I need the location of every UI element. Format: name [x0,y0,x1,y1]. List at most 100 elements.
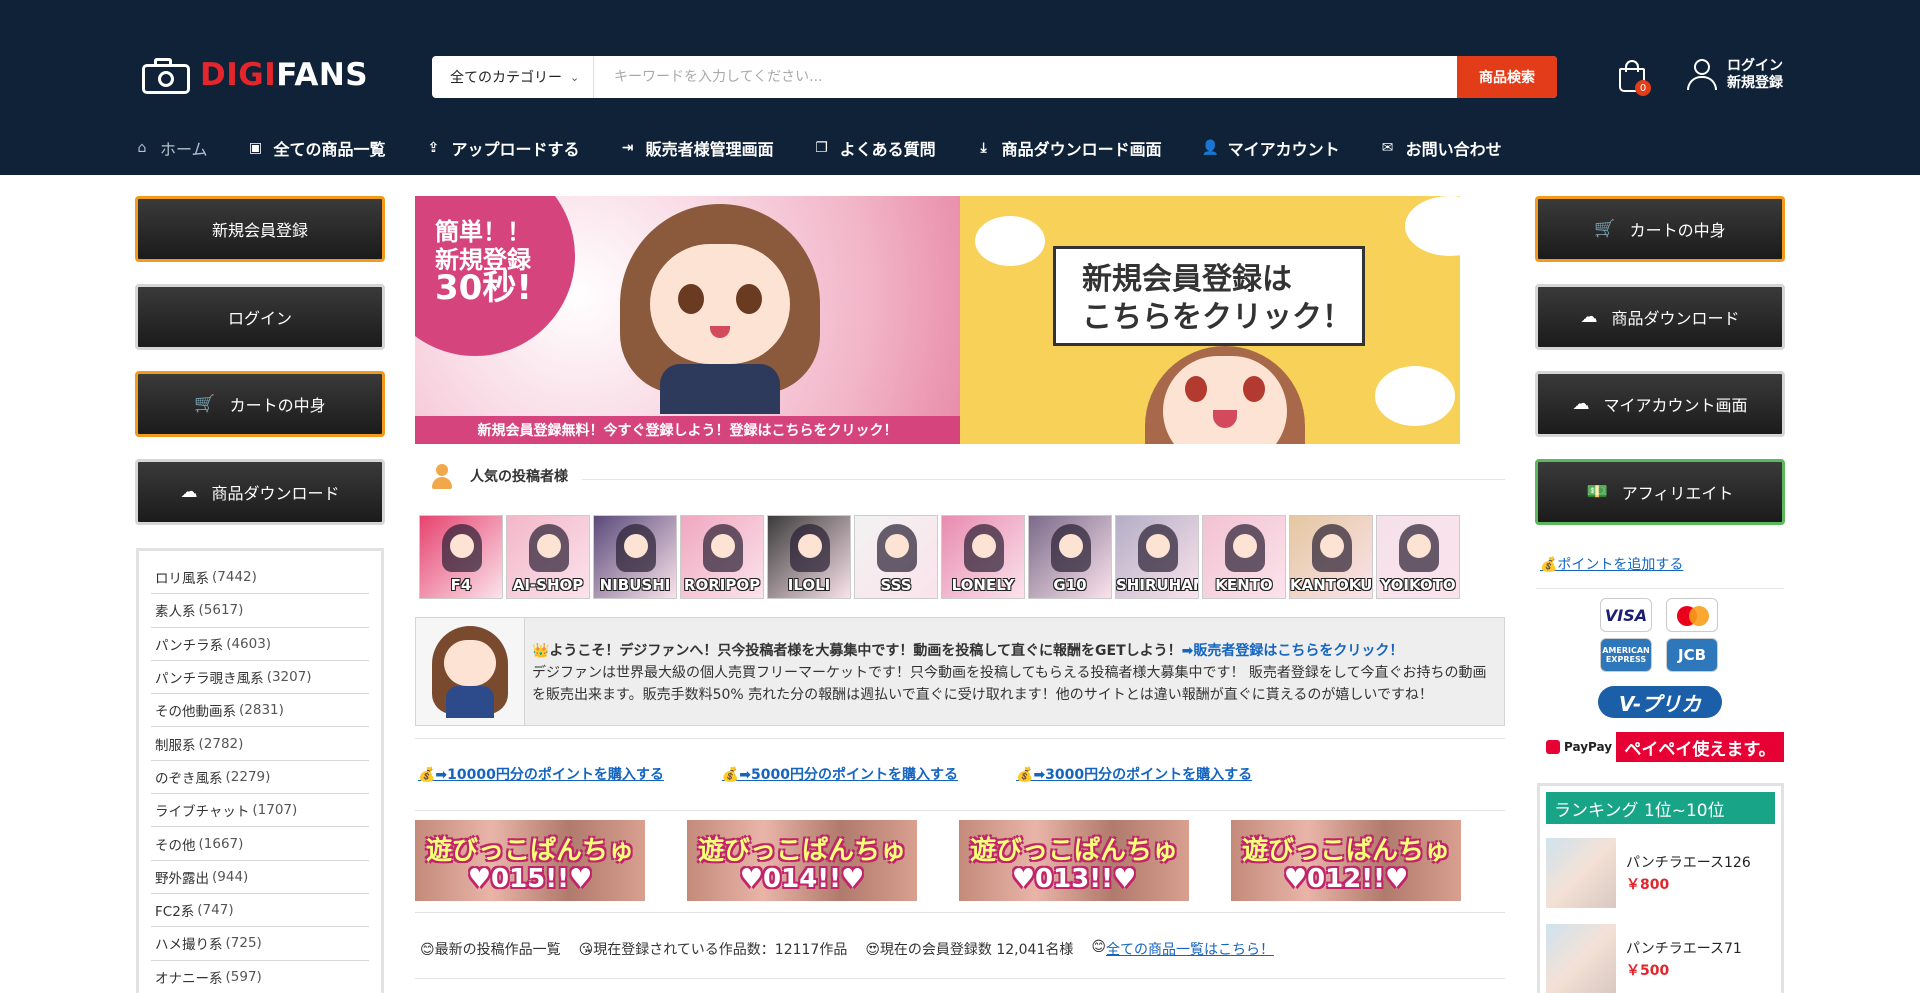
video-thumbnail[interactable]: 遊びっこぱんちゅ ♥015!!♥ [415,820,645,901]
poster-thumbnail[interactable]: YOIKOTO [1376,515,1460,599]
welcome-body: デジファンは世界最大級の個人売買フリーマーケットです！只今動画を投稿してもらえる… [532,665,1487,703]
poster-thumbnail[interactable]: KENTO [1202,515,1286,599]
category-item[interactable]: パンチラ系 (4603) [151,628,369,661]
poster-thumbnail[interactable]: LONELY [941,515,1025,599]
latest-works-label: 😊最新の投稿作品一覧 [420,942,561,958]
poster-thumbnail[interactable]: RORIPOP [680,515,764,599]
nav-faq[interactable]: ❐ よくある質問 [814,136,935,160]
product-name[interactable]: パンチラエース71 [1626,938,1742,958]
login-button[interactable]: ログイン [135,284,385,350]
point-purchase-links: 💰➡10000円分のポイントを購入する 💰➡5000円分のポイントを購入する 💰… [418,764,1310,784]
video-title: 遊びっこぱんちゅ [1241,836,1450,866]
nav-label: 商品ダウンロード画面 [1001,140,1162,159]
user-icon[interactable] [1686,59,1718,91]
poster-thumbnail[interactable]: AI-SHOP [506,515,590,599]
cart-button[interactable]: 🛒 カートの中身 [135,371,385,437]
poster-face [1146,534,1170,558]
logo-text-red: DIGI [200,57,277,93]
nav-my-account[interactable]: 👤 マイアカウント [1202,136,1340,160]
seller-register-link[interactable]: ➡販売者登録はこちらをクリック！ [1182,643,1404,659]
poster-name: F4 [450,576,472,594]
category-count: (4603) [226,635,272,652]
product-thumbnail[interactable] [1546,838,1616,908]
button-label: カートの中身 [229,396,326,415]
cart-icon: 🛒 [194,394,216,414]
button-label: マイアカウント画面 [1603,396,1748,415]
product-name[interactable]: パンチラエース126 [1626,852,1751,872]
poster-thumbnail[interactable]: F4 [419,515,503,599]
poster-thumbnail[interactable]: NIBUSHI [593,515,677,599]
site-logo[interactable]: DIGI FANS [140,55,368,95]
nav-contact[interactable]: ✉ お問い合わせ [1380,136,1502,160]
poster-face [1320,534,1344,558]
category-name: 素人系 [155,604,196,621]
video-thumbnail[interactable]: 遊びっこぱんちゅ ♥013!!♥ [959,820,1189,901]
mascot-avatar [416,618,525,725]
category-name: ライブチャット [155,804,250,821]
vprika-logo: V-プリカ [1598,686,1722,718]
product-thumbnail[interactable] [1546,924,1616,993]
category-item[interactable]: 野外露出 (944) [151,861,369,894]
cloud-decoration [1375,366,1455,426]
category-item[interactable]: のぞき風系 (2279) [151,761,369,795]
nav-all-products[interactable]: ▣ 全ての商品一覧 [248,136,386,160]
category-item[interactable]: ライブチャット (1707) [151,794,369,828]
download-button[interactable]: ☁ 商品ダウンロード [1535,284,1785,350]
cart-count-badge: 0 [1635,80,1651,96]
category-count: (7442) [212,569,257,586]
all-products-link[interactable]: 全ての商品一覧はこちら！ [1106,939,1274,959]
ranking-item[interactable]: パンチラエース71 ￥500 [1546,924,1781,993]
category-item[interactable]: ロリ風系 (7442) [151,561,369,595]
ranking-item[interactable]: パンチラエース126 ￥800 [1546,838,1781,908]
nav-home[interactable]: ⌂ ホーム [134,136,208,160]
poster-thumbnail[interactable]: SHIRUHAME [1115,515,1199,599]
banner-strip-text: 新規会員登録無料！今すぐ登録しよう！登録はこちらをクリック！ [415,416,960,444]
category-item[interactable]: その他動画系 (2831) [151,694,369,728]
category-count: (725) [225,935,262,952]
my-account-button[interactable]: ☁ マイアカウント画面 [1535,371,1785,437]
video-title: 遊びっこぱんちゅ [969,836,1178,866]
register-banner[interactable]: 簡単！！ 新規登録 30秒! 新規会員登録無料！今すぐ登録しよう！登録はこちらをクリ… [415,196,1460,444]
cloud-icon: ☁ [1572,394,1590,414]
register-link[interactable]: 新規登録 [1727,75,1783,92]
nav-download[interactable]: ⤓ 商品ダウンロード画面 [976,136,1162,160]
search-input[interactable] [594,56,1457,98]
welcome-box: 👑ようこそ！デジファンへ！只今投稿者様を大募集中です！動画を投稿して直ぐに報酬を… [415,617,1505,726]
nav-upload[interactable]: ⇪ アップロードする [426,136,580,160]
category-item[interactable]: 制服系 (2782) [151,727,369,761]
cart-button[interactable]: 🛒 カートの中身 [1535,196,1785,262]
buy-5000-points-link[interactable]: 💰➡5000円分のポイントを購入する [722,764,958,784]
divider [582,479,1505,480]
category-item[interactable]: 素人系 (5617) [151,594,369,628]
poster-name: KANTOKU [1290,576,1373,594]
welcome-headline: 👑ようこそ！デジファンへ！只今投稿者様を大募集中です！動画を投稿して直ぐに報酬を… [532,643,1404,659]
nav-seller-admin[interactable]: ⇥ 販売者様管理画面 [620,136,774,160]
poster-thumbnail[interactable]: KANTOKU [1289,515,1373,599]
video-thumbnail[interactable]: 遊びっこぱんちゅ ♥014!!♥ [687,820,917,901]
popular-posters-heading: 人気の投稿者様 [430,462,568,490]
category-item[interactable]: オナニー系 (597) [151,961,369,993]
category-item[interactable]: ハメ撮り系 (725) [151,927,369,961]
login-link[interactable]: ログイン [1727,58,1783,75]
category-select[interactable]: 全てのカテゴリー ⌄ [432,56,594,98]
buy-10000-points-link[interactable]: 💰➡10000円分のポイントを購入する [418,764,664,784]
buy-3000-points-link[interactable]: 💰➡3000円分のポイントを購入する [1016,764,1252,784]
nav-label: 販売者様管理画面 [645,140,774,159]
category-item[interactable]: パンチラ覗き風系 (3207) [151,661,369,695]
cloud-decoration [975,216,1045,266]
search-button[interactable]: 商品検索 [1457,56,1557,98]
category-item[interactable]: その他 (1667) [151,827,369,861]
register-button[interactable]: 新規会員登録 [135,196,385,262]
category-count: (2782) [198,735,244,752]
video-title: 遊びっこぱんちゅ [697,836,906,866]
affiliate-button[interactable]: 💵 アフィリエイト [1535,459,1785,525]
add-points-link[interactable]: 💰ポイントを追加する [1540,554,1683,574]
cart-icon[interactable]: 0 [1616,58,1651,96]
poster-thumbnail[interactable]: SSS [854,515,938,599]
poster-thumbnail[interactable]: ILOLI [767,515,851,599]
download-button[interactable]: ☁ 商品ダウンロード [135,459,385,525]
poster-thumbnail[interactable]: G10 [1028,515,1112,599]
category-name: FC2系 [155,904,195,921]
video-thumbnail[interactable]: 遊びっこぱんちゅ ♥012!!♥ [1231,820,1461,901]
category-item[interactable]: FC2系 (747) [151,894,369,928]
